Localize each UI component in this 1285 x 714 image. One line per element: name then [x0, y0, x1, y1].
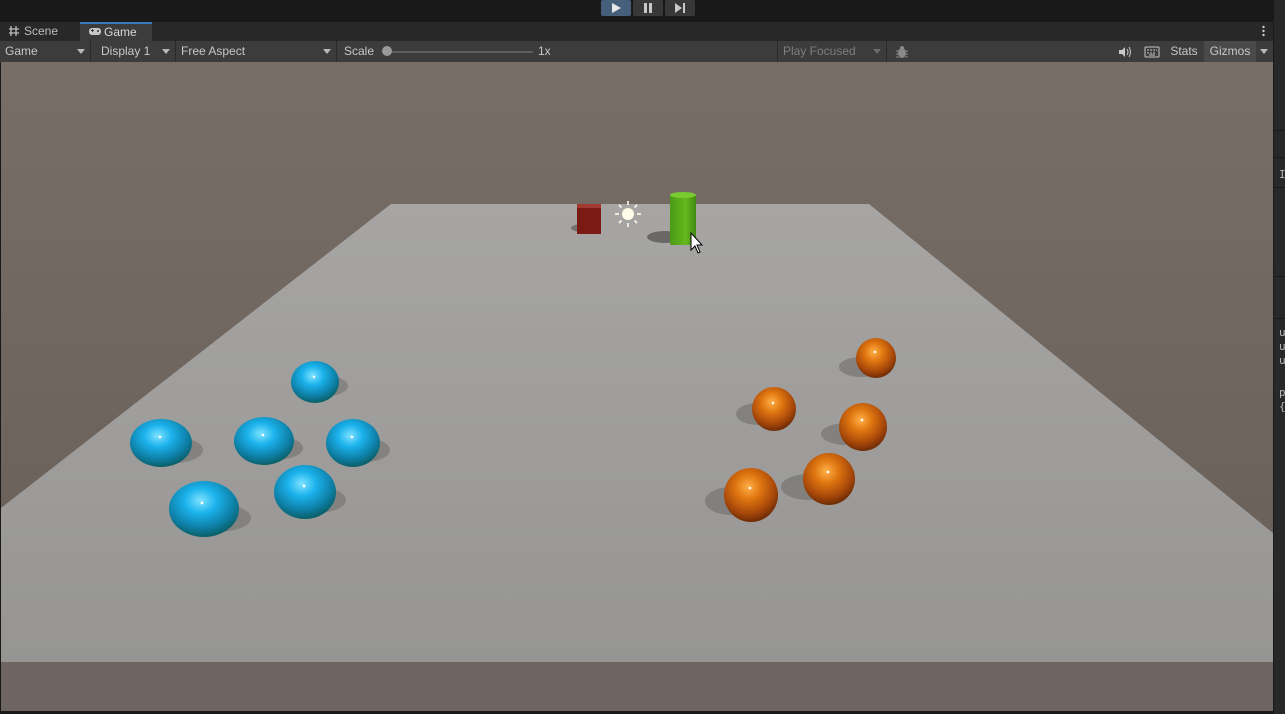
bug-icon	[896, 46, 908, 58]
play-button[interactable]	[601, 0, 631, 16]
aspect-value: Free Aspect	[181, 44, 246, 58]
panel-text-fragment: u	[1279, 340, 1285, 353]
stats-button[interactable]: Stats	[1165, 41, 1203, 62]
play-mode-value: Play Focused	[783, 44, 856, 58]
aspect-dropdown[interactable]: Free Aspect	[176, 41, 337, 62]
step-icon	[675, 3, 685, 13]
panel-divider	[1274, 130, 1285, 131]
scale-label: Scale	[344, 44, 375, 58]
view-mode-dropdown[interactable]: Game	[0, 41, 91, 62]
floor-edge-band	[1, 662, 1273, 711]
panel-divider	[1274, 157, 1285, 158]
gizmos-button[interactable]: Gizmos	[1204, 41, 1256, 62]
keyboard-icon	[1144, 46, 1160, 58]
view-mode-value: Game	[5, 44, 38, 58]
scale-value: 1x	[538, 44, 551, 58]
grid-icon	[9, 26, 19, 36]
shortcuts-button[interactable]	[1140, 41, 1164, 62]
tab-strip: Scene Game	[0, 22, 1273, 42]
chevron-down-icon	[1260, 49, 1268, 54]
adjacent-panel-strip: I u u u p {	[1273, 0, 1285, 714]
step-button[interactable]	[665, 0, 695, 16]
gizmos-dropdown[interactable]	[1256, 41, 1272, 62]
chevron-down-icon	[873, 49, 881, 54]
panel-text-fragment: I	[1279, 168, 1285, 181]
panel-text-fragment: {	[1279, 400, 1285, 413]
chevron-down-icon	[162, 49, 170, 54]
play-toolbar	[0, 0, 1285, 22]
scene-render	[1, 62, 1273, 711]
display-dropdown[interactable]: Display 1	[96, 41, 176, 62]
tab-game[interactable]: Game	[80, 22, 152, 41]
audio-icon	[1119, 46, 1131, 58]
mute-audio-button[interactable]	[1114, 41, 1136, 62]
tab-scene[interactable]: Scene	[0, 22, 80, 41]
more-options-icon[interactable]	[1262, 25, 1265, 37]
chevron-down-icon	[77, 49, 85, 54]
play-icon	[612, 3, 621, 13]
pause-icon	[644, 3, 652, 13]
gamepad-icon	[89, 28, 101, 35]
game-viewport[interactable]	[1, 62, 1273, 711]
panel-divider	[1274, 318, 1285, 319]
panel-text-fragment: u	[1279, 354, 1285, 367]
tab-label-scene: Scene	[24, 24, 59, 38]
scale-slider-handle[interactable]	[382, 46, 392, 56]
debug-button[interactable]	[890, 41, 914, 62]
pause-button[interactable]	[633, 0, 663, 16]
gizmos-label: Gizmos	[1209, 44, 1251, 58]
panel-divider	[1274, 276, 1285, 277]
panel-text-fragment: u	[1279, 326, 1285, 339]
chevron-down-icon	[323, 49, 331, 54]
panel-text-fragment: p	[1279, 386, 1285, 399]
play-mode-dropdown[interactable]: Play Focused	[777, 41, 887, 62]
display-value: Display 1	[101, 44, 151, 58]
panel-divider	[1274, 187, 1285, 188]
scale-slider-track[interactable]	[385, 51, 533, 53]
stats-label: Stats	[1170, 44, 1198, 58]
tab-label-game: Game	[104, 25, 137, 39]
game-toolbar: Game Display 1 Free Aspect Scale 1x Play…	[0, 41, 1273, 63]
